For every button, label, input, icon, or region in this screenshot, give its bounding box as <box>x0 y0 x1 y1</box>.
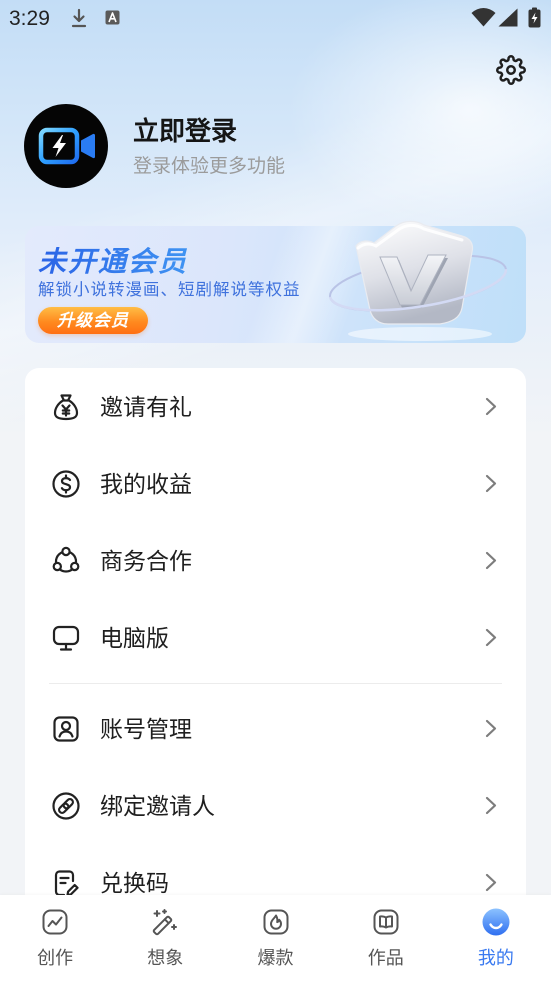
tab-me[interactable]: 我的 <box>441 895 551 981</box>
download-icon <box>71 8 87 28</box>
book-square-icon <box>373 909 399 935</box>
menu-item-earnings[interactable]: 我的收益 <box>25 445 526 522</box>
vip-title: 未开通会员 <box>38 246 189 277</box>
menu-divider <box>49 683 502 684</box>
tab-works[interactable]: 作品 <box>331 895 441 981</box>
menu-item-bind-inviter[interactable]: 绑定邀请人 <box>25 767 526 844</box>
dollar-circle-icon <box>52 469 80 498</box>
chevron-right-icon <box>485 719 497 738</box>
tab-trending[interactable]: 爆款 <box>220 895 330 981</box>
menu-item-label: 邀请有礼 <box>100 393 192 420</box>
gear-icon[interactable] <box>496 55 526 85</box>
tab-label: 我的 <box>477 948 514 968</box>
status-bar: 3:29 <box>0 0 551 38</box>
menu-item-label: 我的收益 <box>100 470 192 497</box>
profile-login[interactable]: 立即登录 登录体验更多功能 <box>24 104 324 188</box>
user-square-icon <box>53 715 79 742</box>
menu-item-invite[interactable]: 邀请有礼 <box>25 368 526 445</box>
menu-item-label: 账号管理 <box>100 715 192 742</box>
vip-subtitle: 解锁小说转漫画、短剧解说等权益 <box>38 281 301 299</box>
signal-icon <box>498 8 518 27</box>
avatar[interactable] <box>24 104 108 188</box>
link-circle-icon <box>52 791 80 820</box>
tab-label: 爆款 <box>257 948 294 968</box>
video-lightning-icon <box>38 127 95 165</box>
menu-item-desktop[interactable]: 电脑版 <box>25 599 526 676</box>
menu-item-label: 电脑版 <box>100 624 169 651</box>
a-notification-icon <box>105 10 120 25</box>
smile-circle-icon <box>482 908 510 936</box>
menu-item-account[interactable]: 账号管理 <box>25 690 526 767</box>
money-bag-yen-icon <box>53 393 79 420</box>
chevron-right-icon <box>485 474 497 493</box>
tab-label: 想象 <box>147 948 184 968</box>
chevron-right-icon <box>485 397 497 416</box>
wifi-icon <box>471 8 496 27</box>
chevron-right-icon <box>485 796 497 815</box>
login-subtitle: 登录体验更多功能 <box>133 156 286 177</box>
redeem-code-icon <box>54 869 79 896</box>
tab-imagine[interactable]: 想象 <box>110 895 220 981</box>
profile-screen: 3:29 立即登录 登录体验更多功能 未开通会员 解锁小说转漫画、短剧解说等权益… <box>0 0 551 981</box>
chevron-right-icon <box>485 628 497 647</box>
menu-item-business[interactable]: 商务合作 <box>25 522 526 599</box>
status-time: 3:29 <box>9 7 50 30</box>
bottom-nav: 创作 想象 爆款 作品 我的 <box>0 895 551 981</box>
tab-label: 创作 <box>37 948 74 968</box>
vip-banner[interactable]: 未开通会员 解锁小说转漫画、短剧解说等权益 升级会员 <box>25 226 526 343</box>
flame-square-icon <box>263 909 288 935</box>
battery-charging-icon <box>528 7 541 28</box>
tab-create[interactable]: 创作 <box>0 895 110 981</box>
monitor-icon <box>52 625 80 651</box>
menu-item-label: 兑换码 <box>100 869 169 896</box>
collaboration-icon <box>52 546 80 573</box>
chevron-right-icon <box>485 551 497 570</box>
tab-label: 作品 <box>367 948 404 968</box>
menu-item-label: 绑定邀请人 <box>100 792 215 819</box>
chart-square-icon <box>42 909 68 935</box>
upgrade-vip-button[interactable]: 升级会员 <box>38 307 148 334</box>
menu-card: 邀请有礼 我的收益 商务合作 电脑版 账号管理 绑定邀请人 兑换码 <box>25 368 526 928</box>
chevron-right-icon <box>485 873 497 892</box>
menu-item-label: 商务合作 <box>100 547 192 574</box>
login-title[interactable]: 立即登录 <box>133 114 237 148</box>
magic-wand-icon <box>153 909 178 936</box>
